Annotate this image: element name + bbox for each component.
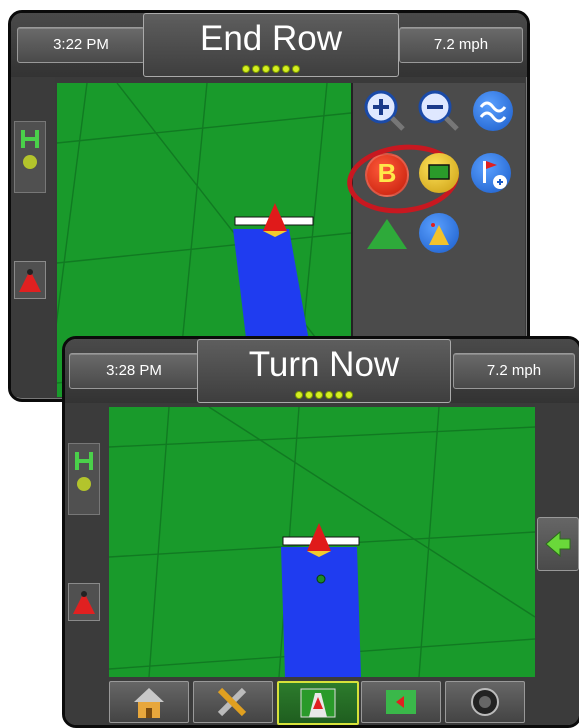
top-status-bar: 3:28 PM Turn Now 7.2 mph	[65, 339, 579, 403]
gps-dot	[282, 65, 290, 73]
home-button[interactable]	[109, 681, 189, 723]
bottom-navigation	[65, 677, 579, 725]
map-icon	[386, 690, 416, 714]
boundary-icon[interactable]	[419, 153, 459, 193]
implement-status-panel	[14, 121, 46, 193]
arrow-left-icon	[545, 530, 571, 558]
map-tools-panel: B	[343, 83, 525, 353]
coverage-area	[281, 547, 361, 677]
gps-dot	[242, 65, 250, 73]
tools-button[interactable]	[193, 681, 273, 723]
turn-now-screen: 3:28 PM Turn Now 7.2 mph	[62, 336, 579, 728]
expand-panel-button[interactable]	[537, 517, 579, 571]
gps-dot	[292, 65, 300, 73]
gps-dot	[272, 65, 280, 73]
gps-indicator	[198, 391, 450, 399]
gps-dot	[262, 65, 270, 73]
curve-guidance-icon[interactable]	[473, 91, 513, 131]
gps-dot	[252, 65, 260, 73]
implement-icon	[75, 452, 93, 491]
map-button[interactable]	[361, 681, 441, 723]
guidance-icon	[300, 688, 336, 718]
title-text: End Row	[199, 19, 343, 58]
gps-dot	[325, 391, 333, 399]
top-status-bar: 3:22 PM End Row 7.2 mph	[11, 13, 527, 77]
gps-dot	[335, 391, 343, 399]
left-status-strip	[65, 403, 109, 677]
gps-dot	[345, 391, 353, 399]
home-icon	[134, 688, 164, 718]
time-display: 3:22 PM	[17, 27, 145, 63]
gps-indicator	[144, 65, 398, 73]
speed-display: 7.2 mph	[399, 27, 523, 63]
vehicle-heading-button[interactable]	[14, 261, 46, 299]
gps-dot	[295, 391, 303, 399]
vehicle-view-icon[interactable]	[365, 213, 407, 253]
camera-icon	[471, 688, 499, 716]
gps-dot	[315, 391, 323, 399]
implement-icon	[21, 130, 39, 169]
vehicle-arrow-icon	[19, 269, 41, 292]
title-text: Turn Now	[248, 345, 400, 384]
zoom-in-icon[interactable]	[363, 89, 405, 131]
time-display: 3:28 PM	[69, 353, 199, 389]
left-status-strip	[11, 77, 55, 397]
page-title: End Row	[143, 13, 399, 77]
zoom-out-icon[interactable]	[417, 89, 459, 131]
page-title: Turn Now	[197, 339, 451, 403]
nudge-icon[interactable]	[419, 213, 459, 253]
gps-dot	[305, 391, 313, 399]
speed-display: 7.2 mph	[453, 353, 575, 389]
add-flag-icon[interactable]	[471, 153, 511, 193]
guidance-map[interactable]	[109, 407, 535, 677]
guidance-button[interactable]	[277, 681, 359, 725]
vehicle-heading-button[interactable]	[68, 583, 100, 621]
vehicle-arrow-icon	[73, 591, 95, 614]
camera-button[interactable]	[445, 681, 525, 723]
implement-status-panel	[68, 443, 100, 515]
tools-icon	[217, 687, 247, 717]
